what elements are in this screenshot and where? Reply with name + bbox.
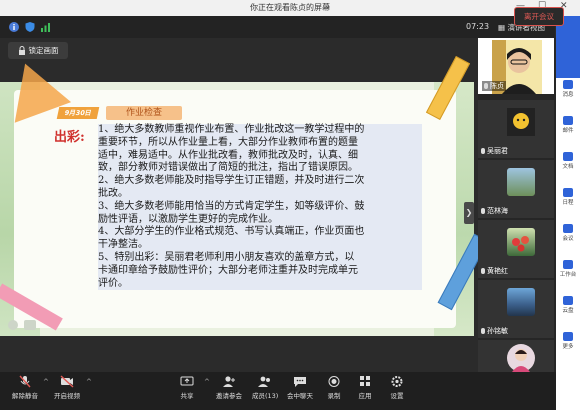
rightbar-item-docs[interactable]: 文档 (556, 152, 580, 170)
invite-button[interactable]: 邀请参会 (216, 375, 242, 400)
mic-icon (481, 148, 485, 154)
apps-icon (360, 376, 370, 386)
screen-icon[interactable] (24, 320, 36, 330)
apps-button[interactable]: 应用 (358, 375, 372, 400)
slide-line: 批改。 (98, 187, 422, 201)
slide-topic-title: 作业检查 (106, 106, 182, 120)
workbench-icon (563, 260, 573, 269)
participant-name: 吴丽君 (481, 146, 508, 156)
members-button[interactable]: 成员(13) (252, 375, 278, 400)
mic-icon (481, 208, 485, 214)
document-icon (563, 152, 573, 161)
video-button[interactable]: 开启视频 (54, 375, 80, 400)
avatar (507, 168, 535, 196)
meeting-time: 07:23 (466, 22, 490, 31)
avatar (507, 108, 535, 136)
lock-screen-button[interactable]: 锁定画面 (8, 42, 68, 59)
avatar (507, 288, 535, 316)
grid-icon: ▦ (498, 23, 506, 32)
share-screen-icon (180, 376, 194, 386)
video-options-caret-icon[interactable]: ^ (86, 378, 92, 386)
meeting-icon (563, 224, 573, 233)
chevron-down-icon[interactable]: ⌄ (324, 1, 332, 11)
settings-button[interactable]: 设置 (390, 375, 404, 400)
rightbar-item-more[interactable]: 更多 (556, 332, 580, 350)
mute-options-caret-icon[interactable]: ^ (43, 378, 49, 386)
slide-line: 干净整洁。 (98, 239, 422, 252)
leave-meeting-button[interactable]: 离开会议 (514, 7, 564, 26)
slide-date-tag: 9月30日 (56, 107, 100, 119)
mic-icon (481, 328, 485, 334)
slide-line: 2、绝大多数老师能及时指导学生订正错题，并及时进行二次 (98, 175, 422, 188)
chat-icon (294, 377, 306, 387)
slide-line: 1、绝大多数教师重视作业布置、作业批改这一教学过程中的 (98, 124, 422, 137)
rightbar-item-meeting[interactable]: 会议 (556, 224, 580, 242)
rightbar-item-calendar[interactable]: 日程 (556, 188, 580, 206)
slide-line: 致，部分教师对错误做出了简短的批注，指出了错误原因。 (98, 162, 422, 176)
share-view-controls[interactable] (8, 318, 52, 332)
slide-content: 1、绝大多数教师重视作业布置、作业批改这一教学过程中的 重要环节，所以从作业量上… (98, 124, 422, 314)
rightbar-item-mail[interactable]: 邮件 (556, 116, 580, 134)
participants-panel: 陈贞 吴丽君 范林海 黄艳红 孙铭敏 (478, 38, 556, 372)
meeting-top-toolbar: 07:23 ▦ 演讲者视图 (0, 16, 555, 38)
record-dot-icon[interactable] (8, 320, 18, 330)
slide-line: 3、绝大多数老师能用恰当的方式肯定学生，如等级评价、鼓 (98, 200, 422, 214)
avatar (507, 228, 535, 256)
signal-icon[interactable] (40, 21, 52, 33)
rightbar-item-cloud[interactable]: 云盘 (556, 296, 580, 314)
meeting-bottom-toolbar: 解除静音 ^ 开启视频 ^ 共享 ^ 邀请参会 成员(13) 会中聊天 录制 应… (0, 372, 556, 410)
calendar-icon (563, 188, 573, 197)
participant-name: 范林海 (481, 206, 508, 216)
record-icon (328, 376, 340, 387)
slide-line: 重要环节，所以从作业量上看，大部分作业教师布置的题量 (98, 136, 422, 150)
share-button[interactable]: 共享 (180, 375, 194, 400)
participant-name: 孙铭敏 (481, 326, 508, 336)
avatar (507, 344, 535, 372)
mic-icon (481, 268, 485, 274)
message-icon (563, 80, 573, 89)
participant-name: 黄艳红 (481, 266, 508, 276)
slide-line: 评价。 (98, 277, 422, 291)
mute-button[interactable]: 解除静音 (12, 375, 38, 400)
mail-icon (563, 116, 573, 125)
participant-tile[interactable]: 吴丽君 (478, 100, 554, 158)
slide-line: 4、大部分学生的作业格式规范、书写认真端正，作业页面也 (98, 226, 422, 240)
highlight-label: 出彩: (54, 130, 85, 145)
pin-icon (18, 46, 25, 55)
cloud-icon (563, 296, 573, 305)
slide-line: 适中，难易适中。从作业批改看，教师批改及时，认真、细 (98, 149, 422, 163)
rightbar-item-workbench[interactable]: 工作台 (556, 260, 580, 278)
chat-button[interactable]: 会中聊天 (287, 375, 313, 400)
record-button[interactable]: 录制 (327, 375, 341, 400)
rightbar-item-messages[interactable]: 消息 (556, 80, 580, 98)
window-title-bar: 你正在观看陈贞的屏幕 ⌄ — ☐ ✕ (0, 0, 580, 16)
participant-tile[interactable]: 范林海 (478, 160, 554, 218)
participant-tile[interactable]: 黄艳红 (478, 220, 554, 278)
participant-tile[interactable] (478, 340, 554, 372)
participant-tile[interactable]: 陈贞 (478, 38, 554, 94)
slide-line: 5、特别出彩：吴丽君老师利用小朋友喜欢的盖章方式，以 (98, 251, 422, 265)
shield-icon[interactable] (24, 21, 36, 33)
add-user-icon (223, 376, 235, 387)
share-options-caret-icon[interactable]: ^ (204, 378, 210, 386)
users-icon (258, 376, 271, 387)
right-app-bar: 消息 邮件 文档 日程 会议 工作台 云盘 更多 (556, 16, 580, 410)
window-title: 你正在观看陈贞的屏幕 (250, 3, 330, 12)
participant-tile[interactable]: 孙铭敏 (478, 280, 554, 338)
collapse-panel-button[interactable]: ❯ (464, 202, 474, 224)
gear-icon (391, 376, 403, 387)
mic-icon (484, 83, 488, 89)
info-icon[interactable] (8, 21, 20, 33)
more-icon (563, 332, 573, 341)
slide-line: 卡通印章给予鼓励性评价；大部分老师注重并及时完成单元 (98, 264, 422, 278)
participant-name: 陈贞 (482, 81, 506, 91)
mic-off-icon (19, 375, 31, 388)
slide-line: 励性评语，以激励学生更好的完成作业。 (98, 213, 422, 227)
camera-off-icon (60, 375, 74, 388)
